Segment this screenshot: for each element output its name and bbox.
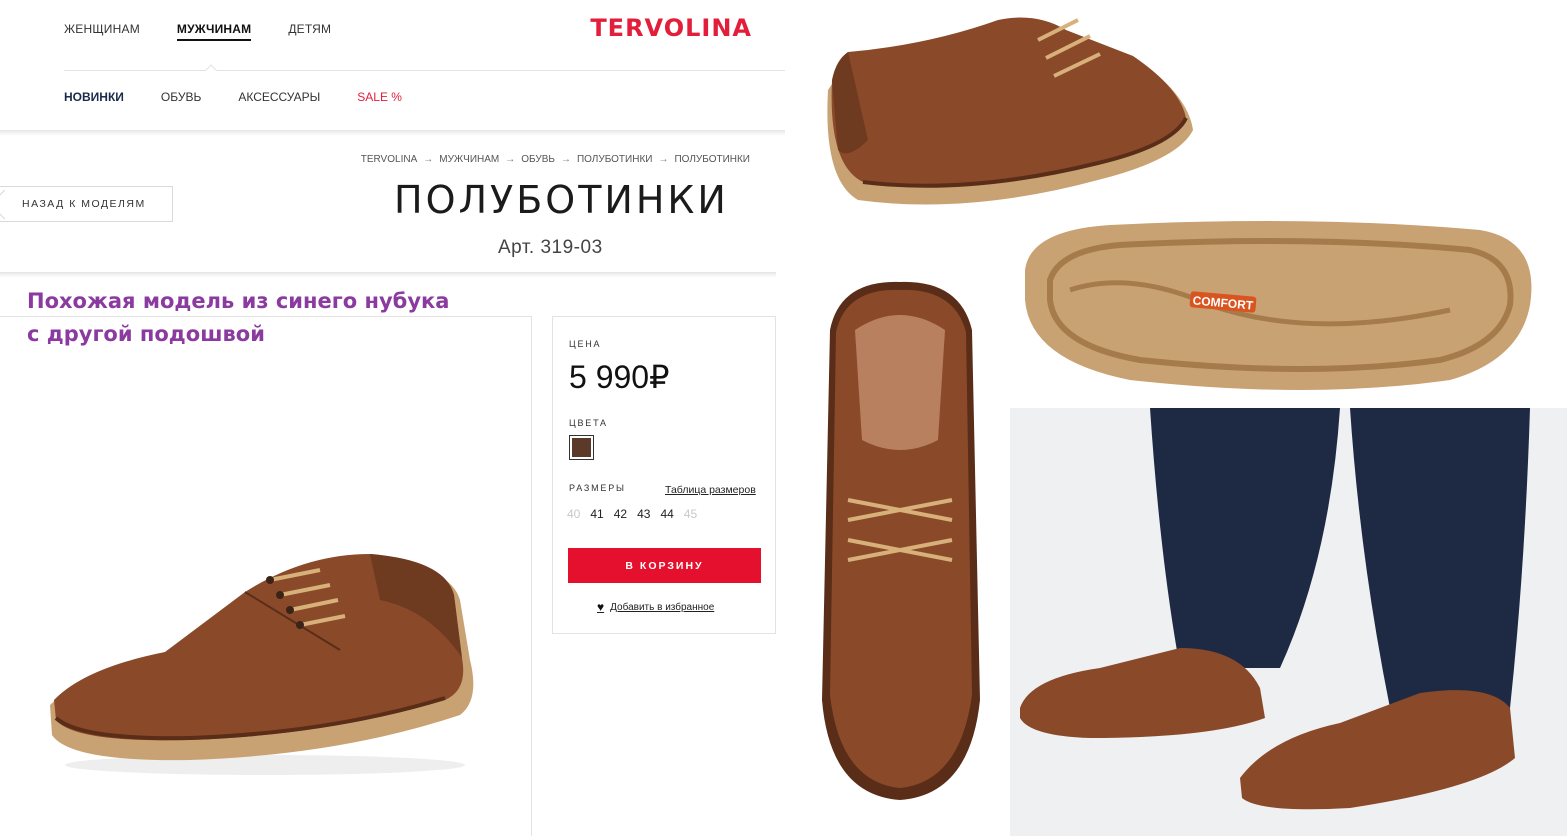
size-list: 40 41 42 43 44 45: [567, 507, 697, 521]
breadcrumb-item[interactable]: ПОЛУБОТИНКИ: [577, 154, 653, 165]
subnav-new[interactable]: НОВИНКИ: [64, 90, 124, 104]
note-line-2: с другой подошвой: [27, 322, 265, 346]
size-option: 40: [567, 507, 581, 521]
sub-nav: НОВИНКИ ОБУВЬ АКСЕССУАРЫ SALE %: [64, 90, 402, 104]
sizes-label: РАЗМЕРЫ: [569, 483, 626, 493]
breadcrumb-arrow-icon: →: [658, 154, 669, 165]
note-line-1: Похожая модель из синего нубука: [27, 289, 450, 313]
breadcrumb: TERVOLINA → МУЖЧИНАМ → ОБУВЬ → ПОЛУБОТИНКИ →…: [361, 154, 750, 165]
size-option[interactable]: 43: [637, 507, 650, 521]
similar-model-note: Похожая модель из синего нубука с другой…: [27, 285, 449, 351]
size-option[interactable]: 41: [590, 507, 603, 521]
breadcrumb-arrow-icon: →: [560, 154, 571, 165]
breadcrumb-arrow-icon: →: [423, 154, 434, 165]
breadcrumb-item[interactable]: МУЖЧИНАМ: [439, 154, 499, 165]
top-nav: ЖЕНЩИНАМ МУЖЧИНАМ ДЕТЯМ: [64, 22, 331, 41]
worn-photo[interactable]: [1010, 408, 1567, 836]
nav-kids[interactable]: ДЕТЯМ: [288, 22, 331, 41]
heart-icon: ♥: [597, 600, 605, 614]
back-to-models-button[interactable]: НАЗАД К МОДЕЛЯМ: [0, 186, 173, 222]
side-view-photo[interactable]: [808, 0, 1208, 215]
subnav-shoes[interactable]: ОБУВЬ: [161, 90, 201, 104]
nav-divider: [64, 70, 785, 71]
breadcrumb-item[interactable]: TERVOLINA: [361, 154, 418, 165]
buy-box: ЦЕНА 5 990₽ ЦВЕТА РАЗМЕРЫ Таблица размер…: [552, 316, 776, 634]
size-option[interactable]: 44: [660, 507, 673, 521]
breadcrumb-item: ПОЛУБОТИНКИ: [674, 154, 750, 165]
back-button-label: НАЗАД К МОДЕЛЯМ: [22, 198, 146, 210]
nav-pointer: [205, 64, 217, 76]
add-to-cart-button[interactable]: В КОРЗИНУ: [568, 548, 761, 583]
add-to-favorites-link[interactable]: ♥ Добавить в избранное: [597, 600, 714, 614]
price-value: 5 990₽: [569, 359, 670, 395]
color-swatch[interactable]: [569, 435, 594, 460]
nav-men[interactable]: МУЖЧИНАМ: [176, 22, 252, 41]
size-option: 45: [683, 507, 698, 521]
price-label: ЦЕНА: [569, 339, 602, 349]
top-view-photo[interactable]: [810, 270, 990, 806]
article-number: Арт. 319-03: [498, 237, 603, 258]
colors-label: ЦВЕТА: [569, 418, 608, 428]
color-swatch-fill: [572, 438, 591, 457]
breadcrumb-arrow-icon: →: [505, 154, 516, 165]
nav-women[interactable]: ЖЕНЩИНАМ: [64, 22, 140, 41]
subnav-sale[interactable]: SALE %: [357, 90, 402, 104]
subnav-accessories[interactable]: АКСЕССУАРЫ: [238, 90, 320, 104]
page-title: ПОЛУБОТИНКИ: [394, 178, 729, 222]
size-table-link[interactable]: Таблица размеров: [665, 484, 756, 496]
favorites-label: Добавить в избранное: [610, 601, 715, 613]
title-shadow: [0, 272, 776, 278]
breadcrumb-item[interactable]: ОБУВЬ: [521, 154, 555, 165]
main-product-photo[interactable]: [40, 540, 490, 780]
sole-photo[interactable]: COMFORT: [1010, 210, 1560, 400]
header-shadow: [0, 130, 785, 136]
product-page: ЖЕНЩИНАМ МУЖЧИНАМ ДЕТЯМ TERVOLINA НОВИНК…: [0, 0, 785, 836]
size-option[interactable]: 42: [614, 507, 627, 521]
brand-logo[interactable]: TERVOLINA: [590, 14, 752, 42]
